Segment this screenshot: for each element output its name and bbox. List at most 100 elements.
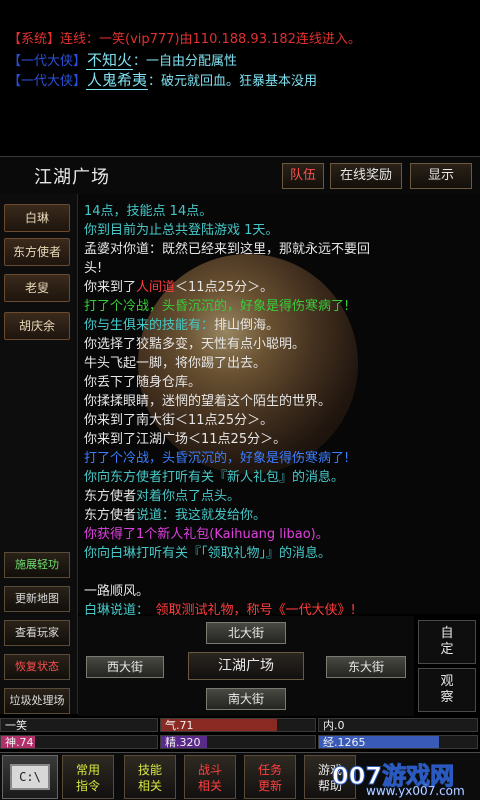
npc-button[interactable]: 白琳 xyxy=(4,204,70,232)
trash-area-button[interactable]: 垃圾处理场 xyxy=(4,688,70,714)
customize-button[interactable]: 自 定 xyxy=(418,620,476,664)
experience-bar: 经.1265 xyxy=(318,735,478,749)
chat-text: ：破元就回血。狂暴基本没用 xyxy=(148,74,318,89)
team-button[interactable]: 队伍 xyxy=(282,163,324,189)
chat-line: 【一代大侠】人鬼希夷：破元就回血。狂暴基本没用 xyxy=(8,70,472,90)
chat-player-name[interactable]: 人鬼希夷 xyxy=(86,71,149,90)
player-name-bar: 一笑 xyxy=(0,718,158,732)
chat-line: 【一代大侠】不知火：一自由分配属性 xyxy=(8,50,472,70)
log-line: 头! xyxy=(84,259,472,278)
show-button[interactable]: 显示 xyxy=(410,163,472,189)
nav-label: 相关 xyxy=(137,779,162,793)
shen-value: 神.74 xyxy=(5,736,34,749)
log-line: 你来到了人间道＜11点25分＞。 xyxy=(84,278,472,297)
map-exit-east[interactable]: 东大街 xyxy=(326,656,406,678)
customize-label-1: 自 xyxy=(440,626,454,641)
npc-button[interactable]: 东方使者 xyxy=(4,238,70,266)
chat-player-name[interactable]: 不知火 xyxy=(86,51,134,70)
nav-label: 战斗 xyxy=(197,763,222,777)
site-watermark: 007游戏网 www.yx007.com xyxy=(330,758,476,799)
view-players-button[interactable]: 查看玩家 xyxy=(4,620,70,646)
chat-text: ：一自由分配属性 xyxy=(133,54,238,69)
log-text: 孟婆对你道：既然已经来到这里，那就永远不要回 xyxy=(84,242,371,257)
map-current-room: 江湖广场 xyxy=(188,652,304,680)
log-text: 牛头飞起一脚，将你踢了出去。 xyxy=(84,356,267,371)
map-exit-west[interactable]: 西大街 xyxy=(86,656,164,678)
quest-update-button[interactable]: 任务 更新 xyxy=(244,755,296,799)
log-line: 打了个冷战，头昏沉沉的，好象是得伤寒病了! xyxy=(84,449,472,468)
room-header: 江湖广场 队伍 在线奖励 显示 xyxy=(0,156,480,194)
log-text: 打了个冷战，头昏沉沉的，好象是得伤寒病了! xyxy=(84,451,350,466)
map-exit-north[interactable]: 北大街 xyxy=(206,622,286,644)
log-line: 你丢下了随身仓库。 xyxy=(84,373,472,392)
map-exit-south[interactable]: 南大街 xyxy=(206,688,286,710)
terminal-icon: C:\ xyxy=(10,764,50,790)
log-text: 你来到了江湖广场＜11点25分＞。 xyxy=(84,432,287,447)
log-text: 你向东方使者打听有关『新人礼包』的消息。 xyxy=(84,470,345,485)
log-text: 人间道 xyxy=(136,280,176,295)
log-text: 你与生俱来的技能有： xyxy=(84,318,215,333)
qi-value: 气.71 xyxy=(165,719,194,732)
map-panel: 北大街 西大街 江湖广场 东大街 南大街 xyxy=(78,616,414,716)
combat-button[interactable]: 战斗 相关 xyxy=(184,755,236,799)
terminal-button[interactable]: C:\ xyxy=(2,755,58,799)
log-line: 牛头飞起一脚，将你踢了出去。 xyxy=(84,354,472,373)
skills-button[interactable]: 技能 相关 xyxy=(124,755,176,799)
jing-value: 精.320 xyxy=(165,736,201,749)
nav-label: 相关 xyxy=(197,779,222,793)
log-text: 打了个冷战，头昏沉沉的，好象是得伤寒病了! xyxy=(84,299,350,314)
nav-label: 技能 xyxy=(137,763,162,777)
log-text: 东方使者 xyxy=(84,508,137,523)
log-text: 你丢下了随身仓库。 xyxy=(84,375,202,390)
log-text: 一路顺风。 xyxy=(84,584,150,599)
nav-label: 任务 xyxy=(257,763,282,777)
qi-bar: 气.71 xyxy=(160,718,316,732)
online-reward-button[interactable]: 在线奖励 xyxy=(330,163,402,189)
log-text: 排山倒海。 xyxy=(214,318,280,333)
log-line: 一路顺风。 xyxy=(84,582,472,601)
room-title: 江湖广场 xyxy=(34,167,110,188)
chat-text: 连线：一笑(vip777)由110.188.93.182连线进入。 xyxy=(60,32,361,47)
log-text: 你揉揉眼睛，迷惘的望着这个陌生的世界。 xyxy=(84,394,332,409)
log-text: 说道：我这就发给你。 xyxy=(136,508,267,523)
watermark-url: www.yx007.com xyxy=(366,784,465,798)
chat-tag: 【一代大侠】 xyxy=(8,74,87,89)
jing-bar: 精.320 xyxy=(160,735,316,749)
player-name: 一笑 xyxy=(5,719,27,732)
lightness-skill-button[interactable]: 施展轻功 xyxy=(4,552,70,578)
nav-label: 更新 xyxy=(257,779,282,793)
log-line: 东方使者对着你点了点头。 xyxy=(84,487,472,506)
chat-panel: 【系统】连线：一笑(vip777)由110.188.93.182连线进入。 【一… xyxy=(0,0,480,156)
refresh-map-button[interactable]: 更新地图 xyxy=(4,586,70,612)
observe-button[interactable]: 观 察 xyxy=(418,668,476,712)
nav-label: 常用 xyxy=(75,763,100,777)
common-commands-button[interactable]: 常用 指令 xyxy=(62,755,114,799)
log-text: 头! xyxy=(84,261,103,276)
log-text: 你到目前为止总共登陆游戏 1天。 xyxy=(84,223,279,238)
log-line: 你选择了狡黠多变，天性有点小聪明。 xyxy=(84,335,472,354)
npc-button[interactable]: 老叟 xyxy=(4,274,70,302)
log-line: 孟婆对你道：既然已经来到这里，那就永远不要回 xyxy=(84,240,472,259)
log-text: 你获得了1个新人礼包(Kaihuang libao)。 xyxy=(84,527,329,542)
neili-bar: 内.0 xyxy=(318,718,478,732)
npc-button[interactable]: 胡庆余 xyxy=(4,312,70,340)
log-line: 你揉揉眼睛，迷惘的望着这个陌生的世界。 xyxy=(84,392,472,411)
log-line: 14点，技能点 14点。 xyxy=(84,202,472,221)
log-text: 对着你点了点头。 xyxy=(136,489,241,504)
log-line: 你向白琳打听有关『「领取礼物」』的消息。 xyxy=(84,544,472,563)
log-line: 你来到了江湖广场＜11点25分＞。 xyxy=(84,430,472,449)
log-text: 你来到了南大街＜11点25分＞。 xyxy=(84,413,274,428)
log-text: 14点，技能点 14点。 xyxy=(84,204,213,219)
nav-label: 指令 xyxy=(75,779,100,793)
log-line: 东方使者说道：我这就发给你。 xyxy=(84,506,472,525)
log-line: 打了个冷战，头昏沉沉的，好象是得伤寒病了! xyxy=(84,297,472,316)
log-text: 东方使者 xyxy=(84,489,137,504)
observe-label-1: 观 xyxy=(440,674,454,689)
neili-value: 内.0 xyxy=(323,719,345,732)
log-line: 你与生俱来的技能有：排山倒海。 xyxy=(84,316,472,335)
log-text: ＜11点25分＞。 xyxy=(175,280,274,295)
observe-label-2: 察 xyxy=(440,690,454,705)
experience-value: 经.1265 xyxy=(323,736,366,749)
recover-status-button[interactable]: 恢复状态 xyxy=(4,654,70,680)
